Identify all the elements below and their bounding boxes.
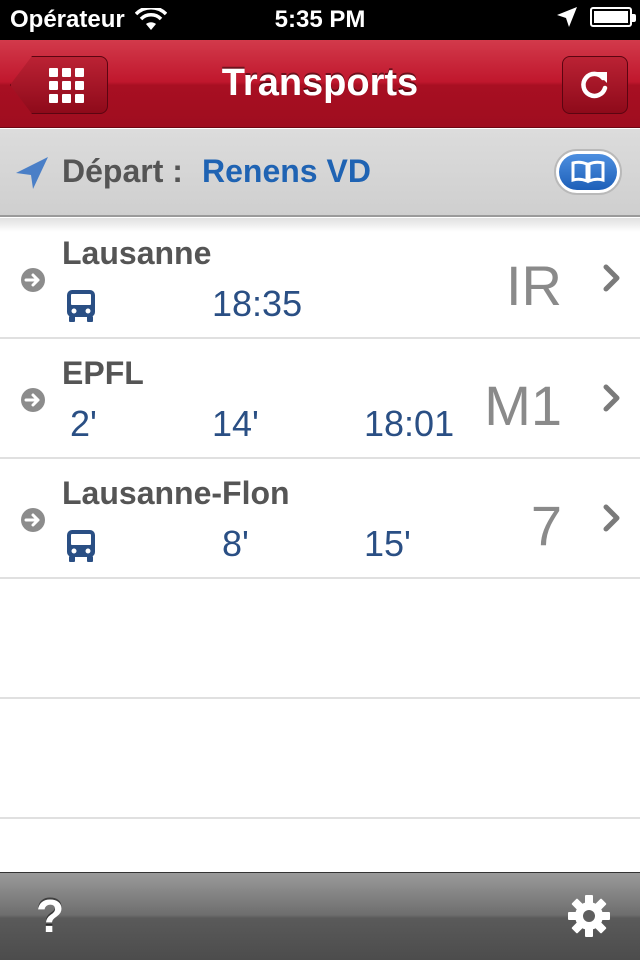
refresh-button[interactable] — [562, 56, 628, 114]
line-number: M1 — [484, 374, 562, 437]
refresh-icon — [581, 71, 608, 99]
departure-time: 18:35 — [212, 283, 303, 324]
location-arrow-icon — [16, 157, 48, 189]
help-button[interactable]: ? — [36, 889, 64, 943]
line-number: IR — [506, 254, 562, 317]
arrow-circle-icon — [21, 388, 45, 412]
navigation-bar: Transports — [0, 40, 640, 128]
departure-time: 14' — [212, 403, 259, 444]
arrow-circle-icon — [21, 268, 45, 292]
departure-time: 2' — [70, 403, 97, 444]
destination-name: EPFL — [62, 355, 144, 391]
status-right — [556, 6, 636, 28]
bus-icon — [67, 530, 95, 562]
destination-name: Lausanne-Flon — [62, 475, 290, 511]
chevron-right-icon — [603, 504, 620, 532]
departure-station[interactable]: Renens VD — [202, 153, 371, 190]
chevron-right-icon — [603, 384, 620, 412]
favorites-button[interactable] — [554, 149, 622, 195]
status-bar: Opérateur 5:35 PM — [0, 0, 640, 40]
book-icon — [571, 160, 605, 184]
page-title: Transports — [221, 62, 419, 104]
destination-name: Lausanne — [62, 235, 212, 271]
bus-icon — [67, 290, 95, 322]
departure-time: 18:01 — [364, 403, 455, 444]
line-number: 7 — [530, 494, 562, 557]
departure-times: 2' 14' 18:01 — [62, 403, 482, 447]
departure-times: 18:35 — [62, 283, 482, 327]
departure-label: Départ : — [62, 153, 183, 189]
location-services-icon — [557, 7, 577, 27]
connection-row[interactable]: Lausanne 18:35 IR — [0, 219, 640, 339]
departure-time: 15' — [364, 523, 411, 564]
arrow-circle-icon — [21, 508, 45, 532]
bottom-toolbar: ? — [0, 872, 640, 960]
battery-icon — [590, 7, 636, 27]
connection-row[interactable]: Lausanne-Flon 8' 15' 7 — [0, 459, 640, 579]
departure-times: 8' 15' — [62, 523, 482, 567]
status-time: 5:35 PM — [274, 6, 366, 33]
departure-time: 8' — [222, 523, 249, 564]
gear-icon[interactable] — [566, 893, 612, 939]
header-shadow — [0, 218, 640, 232]
empty-row — [0, 579, 640, 699]
departure-bar[interactable]: Départ : Renens VD — [0, 129, 640, 217]
connection-list: Lausanne 18:35 IR EPFL 2' 14' 18:01 M1 L… — [0, 219, 640, 819]
chevron-right-icon — [603, 264, 620, 292]
connection-row[interactable]: EPFL 2' 14' 18:01 M1 — [0, 339, 640, 459]
empty-row — [0, 699, 640, 819]
